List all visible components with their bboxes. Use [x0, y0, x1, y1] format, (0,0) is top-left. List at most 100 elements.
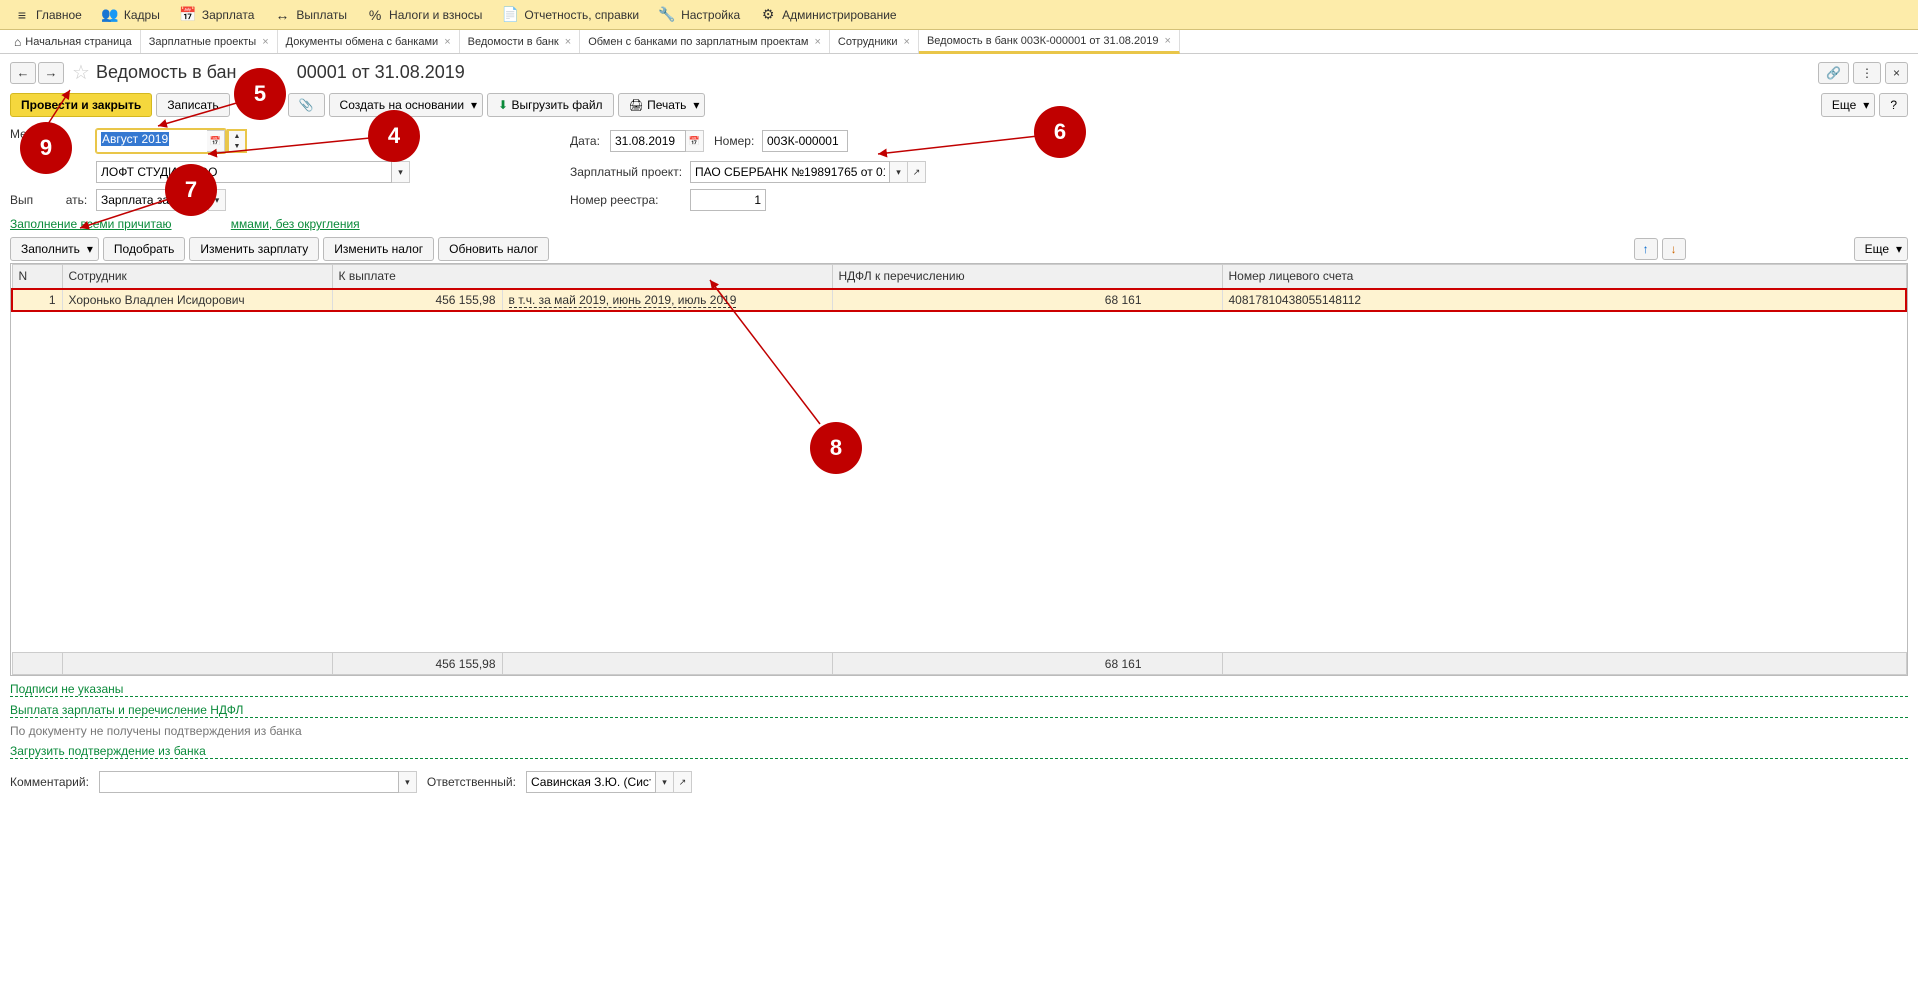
calendar-icon[interactable]: 📅	[207, 130, 225, 152]
pay-type-label: Выплачивать:	[10, 193, 96, 207]
cell-to-pay: 456 155,98	[332, 289, 502, 311]
close-icon[interactable]: ×	[814, 36, 820, 48]
col-account[interactable]: Номер лицевого счета	[1222, 265, 1906, 289]
percent-icon: %	[367, 7, 383, 23]
number-field[interactable]	[762, 130, 848, 152]
link-icon[interactable]: 🔗	[1818, 62, 1849, 84]
move-down-button[interactable]: ↓	[1662, 238, 1686, 260]
tabs-bar: ⌂Начальная страница Зарплатные проекты× …	[0, 30, 1918, 54]
registry-label: Номер реестра:	[570, 193, 690, 207]
employee-table: N Сотрудник К выплате НДФЛ к перечислени…	[10, 263, 1908, 676]
tab-employees[interactable]: Сотрудники×	[830, 30, 919, 53]
cell-employee: Хоронько Владлен Исидорович	[62, 289, 332, 311]
callout-5: 5	[234, 68, 286, 120]
close-icon[interactable]: ×	[904, 36, 910, 48]
write-button[interactable]: Записать	[156, 93, 229, 117]
post-close-button[interactable]: Провести и закрыть	[10, 93, 152, 117]
tab-bank-docs[interactable]: Документы обмена с банками×	[278, 30, 460, 53]
project-label: Зарплатный проект:	[570, 165, 690, 179]
calendar-icon: 📅	[180, 7, 196, 23]
top-menu-bar: ≡Главное 👥Кадры 📅Зарплата ↔Выплаты %Нало…	[0, 0, 1918, 30]
dropdown-icon[interactable]: ▾	[890, 161, 908, 183]
pick-button[interactable]: Подобрать	[103, 237, 185, 261]
month-up[interactable]: ▲	[229, 131, 245, 141]
exchange-icon: ↔	[274, 7, 290, 23]
tab-current-doc[interactable]: Ведомость в банк 00ЗК-000001 от 31.08.20…	[919, 30, 1180, 54]
tab-bank-sheets[interactable]: Ведомости в банк×	[460, 30, 581, 53]
col-n[interactable]: N	[12, 265, 62, 289]
total-to-pay: 456 155,98	[332, 653, 502, 675]
load-confirm-link[interactable]: Загрузить подтверждение из банка	[10, 744, 1908, 759]
open-icon[interactable]: ↗	[674, 771, 692, 793]
kebab-icon[interactable]: ⋮	[1853, 62, 1881, 84]
total-ndfl: 68 161	[832, 653, 1222, 675]
help-button[interactable]: ?	[1879, 93, 1908, 117]
attach-button[interactable]: 📎	[288, 93, 325, 117]
menu-settings[interactable]: 🔧Настройка	[649, 0, 750, 29]
print-button[interactable]: 🖨 Печать	[618, 93, 706, 117]
date-label: Дата:	[570, 134, 610, 148]
responsible-label: Ответственный:	[427, 775, 516, 789]
fill-button[interactable]: Заполнить	[10, 237, 99, 261]
change-salary-button[interactable]: Изменить зарплату	[189, 237, 319, 261]
col-ndfl[interactable]: НДФЛ к перечислению	[832, 265, 1222, 289]
cell-to-pay-detail: в т.ч. за май 2019, июнь 2019, июль 2019	[502, 289, 832, 311]
callout-8: 8	[810, 422, 862, 474]
doc-icon: 📄	[502, 7, 518, 23]
table-empty-area	[12, 311, 1906, 653]
change-tax-button[interactable]: Изменить налог	[323, 237, 434, 261]
col-to-pay[interactable]: К выплате	[332, 265, 832, 289]
close-icon[interactable]: ×	[565, 36, 571, 48]
star-icon[interactable]: ☆	[72, 60, 90, 85]
registry-field[interactable]	[690, 189, 766, 211]
payment-link[interactable]: Выплата зарплаты и перечисление НДФЛ	[10, 703, 1908, 718]
gear-icon: ⚙	[760, 7, 776, 23]
signatures-link[interactable]: Подписи не указаны	[10, 682, 1908, 697]
menu-main[interactable]: ≡Главное	[4, 0, 92, 29]
close-icon[interactable]: ×	[262, 36, 268, 48]
calendar-icon[interactable]: 📅	[686, 130, 704, 152]
close-icon[interactable]: ×	[444, 36, 450, 48]
table-footer-row: 456 155,98 68 161	[12, 653, 1906, 675]
table-row[interactable]: 1 Хоронько Владлен Исидорович 456 155,98…	[12, 289, 1906, 311]
menu-taxes[interactable]: %Налоги и взносы	[357, 0, 492, 29]
number-label: Номер:	[714, 134, 762, 148]
org-field[interactable]	[96, 161, 392, 183]
comment-field[interactable]	[99, 771, 399, 793]
comment-label: Комментарий:	[10, 775, 89, 789]
table-header-row: N Сотрудник К выплате НДФЛ к перечислени…	[12, 265, 1906, 289]
more-button[interactable]: Еще	[1821, 93, 1875, 117]
tab-exchange[interactable]: Обмен с банками по зарплатным проектам×	[580, 30, 830, 53]
dropdown-icon[interactable]: ▾	[399, 771, 417, 793]
menu-salary[interactable]: 📅Зарплата	[170, 0, 265, 29]
dropdown-icon[interactable]: ▾	[392, 161, 410, 183]
nav-forward[interactable]: →	[38, 62, 64, 84]
close-icon[interactable]: ×	[1164, 35, 1170, 47]
dropdown-icon[interactable]: ▾	[656, 771, 674, 793]
open-icon[interactable]: ↗	[908, 161, 926, 183]
update-tax-button[interactable]: Обновить налог	[438, 237, 549, 261]
print-icon: 🖨	[629, 98, 644, 112]
menu-payments[interactable]: ↔Выплаты	[264, 0, 357, 29]
wrench-icon: 🔧	[659, 7, 675, 23]
export-file-button[interactable]: ⬇ Выгрузить файл	[487, 93, 614, 117]
menu-reports[interactable]: 📄Отчетность, справки	[492, 0, 649, 29]
date-field[interactable]	[610, 130, 686, 152]
cell-n: 1	[12, 289, 62, 311]
project-field[interactable]	[690, 161, 890, 183]
menu-personnel[interactable]: 👥Кадры	[92, 0, 170, 29]
table-more-button[interactable]: Еще	[1854, 237, 1908, 261]
month-field[interactable]: Август 2019	[97, 130, 207, 152]
close-window-icon[interactable]: ×	[1885, 62, 1908, 84]
nav-back[interactable]: ←	[10, 62, 36, 84]
month-down[interactable]: ▼	[229, 141, 245, 151]
tab-projects[interactable]: Зарплатные проекты×	[141, 30, 278, 53]
menu-admin[interactable]: ⚙Администрирование	[750, 0, 906, 29]
people-icon: 👥	[102, 7, 118, 23]
tab-home[interactable]: ⌂Начальная страница	[6, 30, 141, 53]
move-up-button[interactable]: ↑	[1634, 238, 1658, 260]
export-icon: ⬇	[498, 98, 508, 112]
col-employee[interactable]: Сотрудник	[62, 265, 332, 289]
responsible-field[interactable]	[526, 771, 656, 793]
fill-params-link[interactable]: Заполнение всеми причитающимися суммами,…	[10, 217, 360, 231]
